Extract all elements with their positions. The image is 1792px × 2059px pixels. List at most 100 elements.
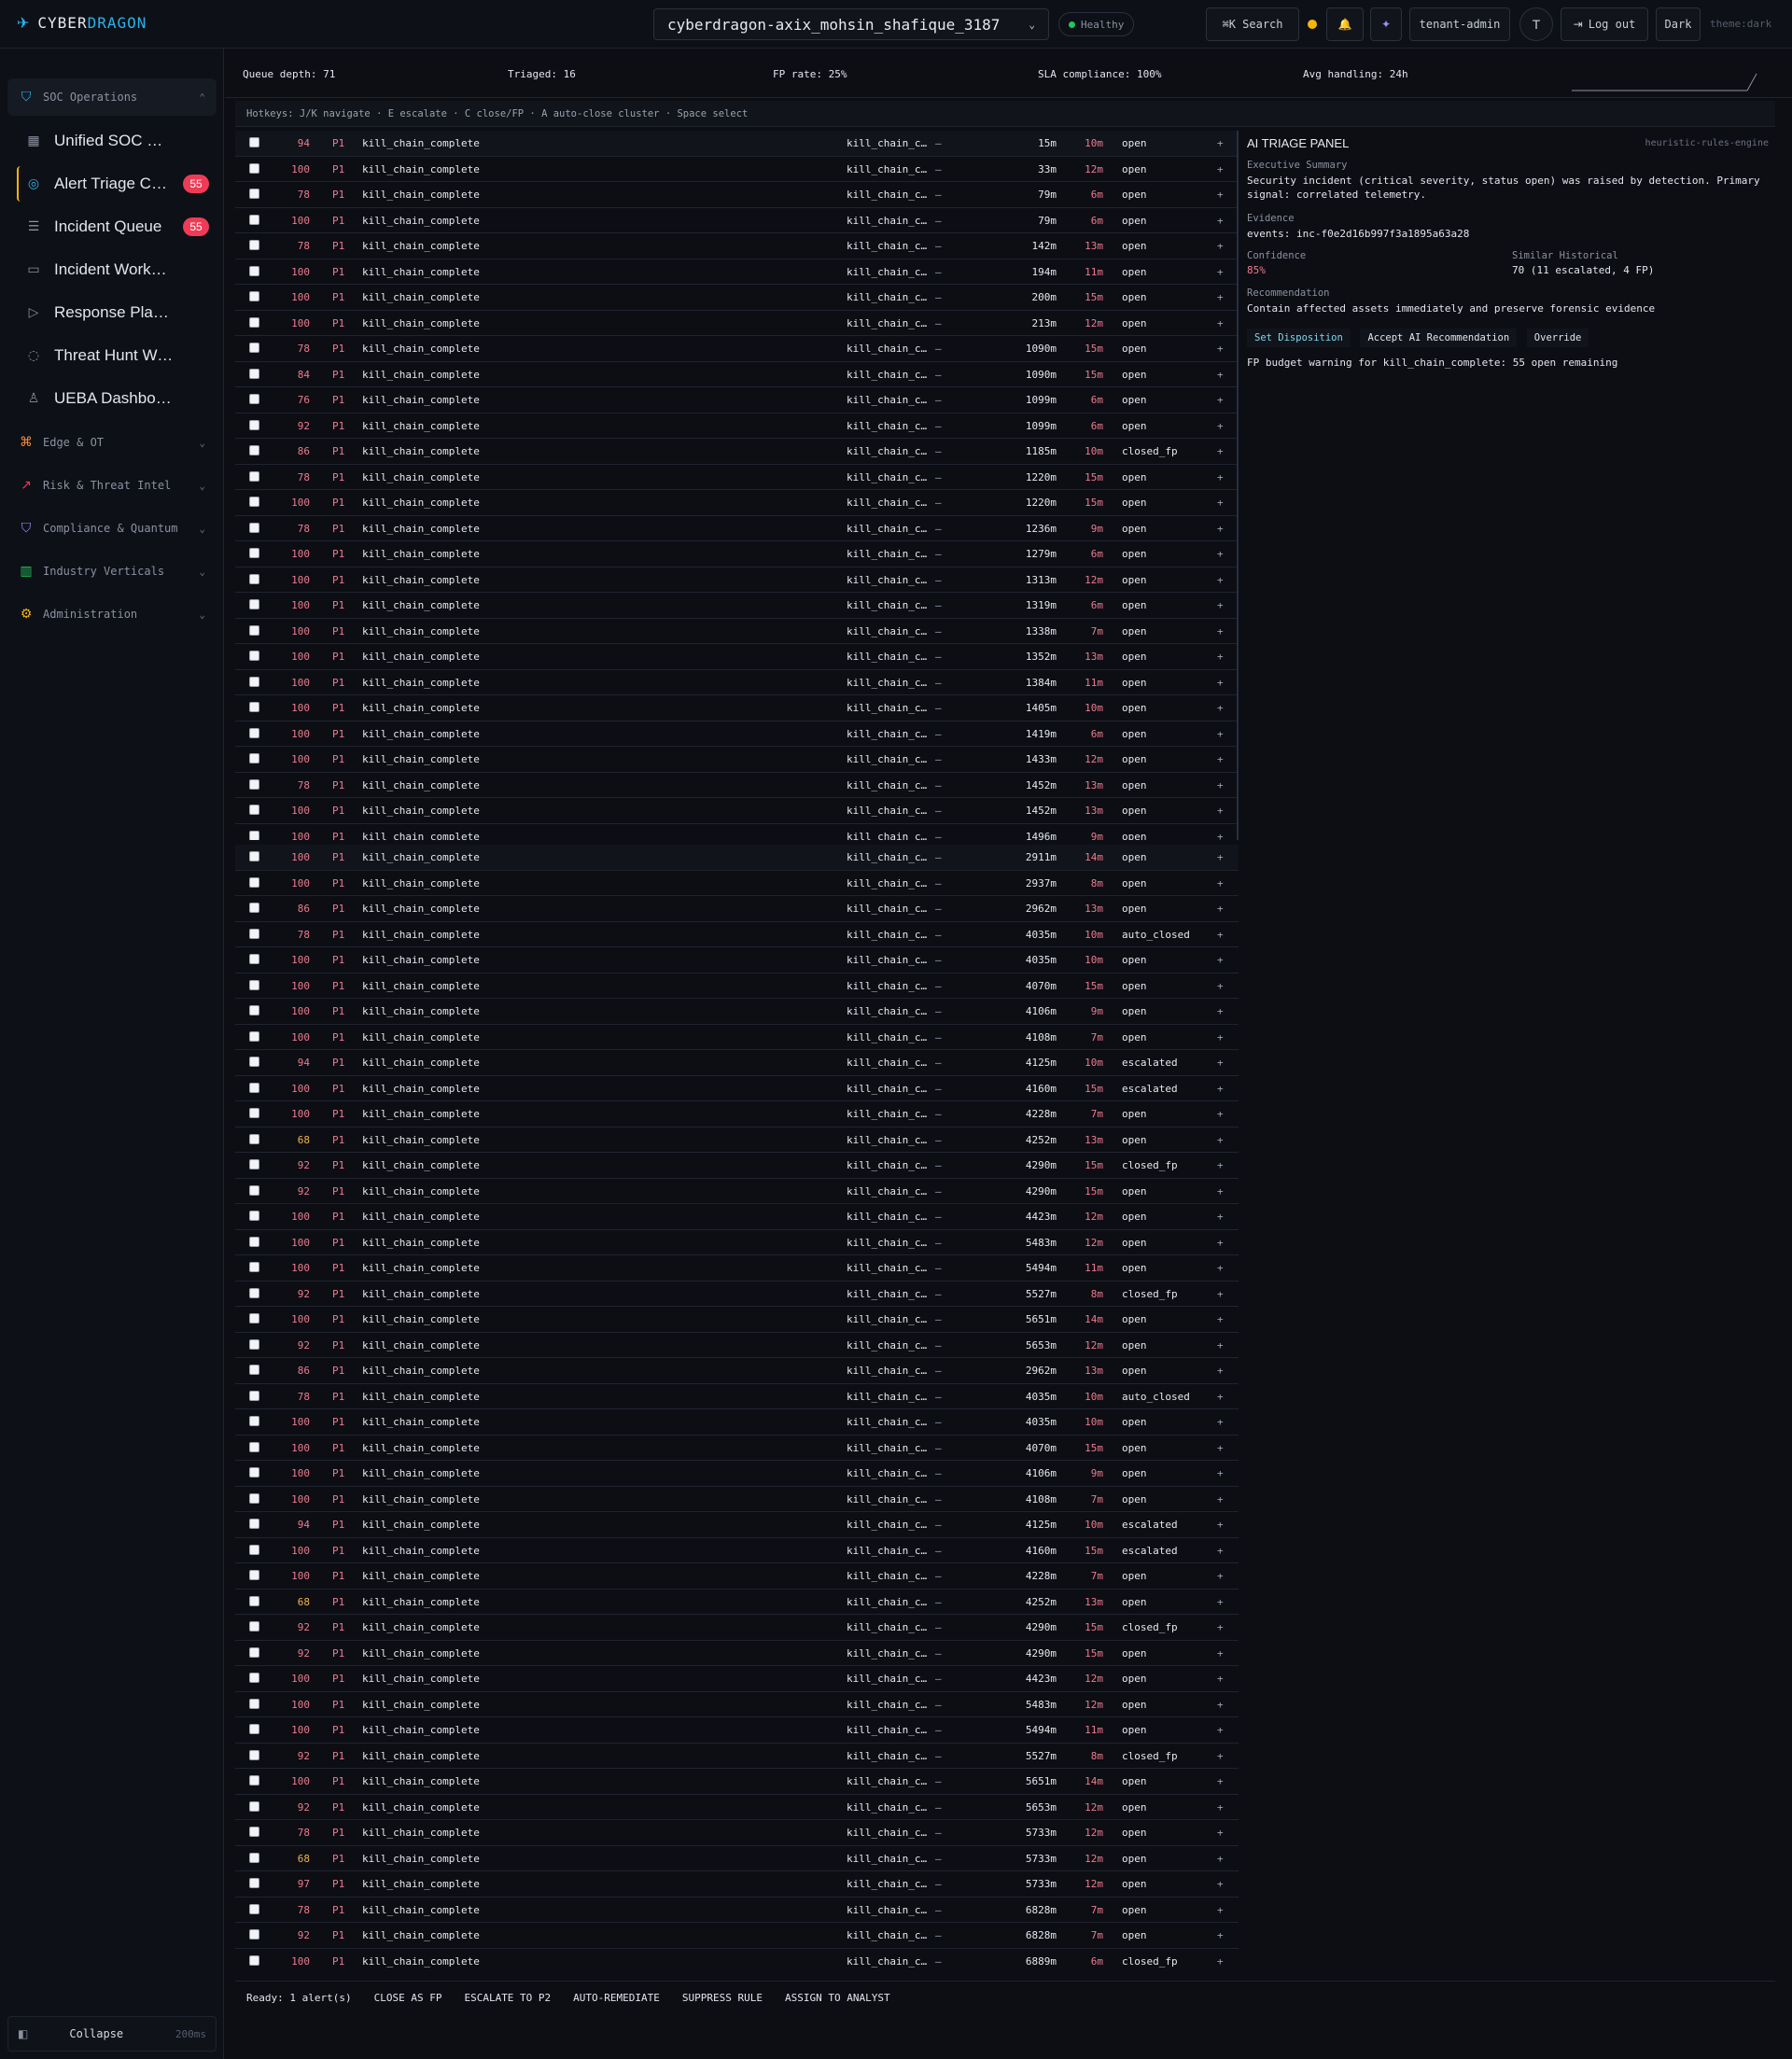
expand-row-button[interactable]: + [1217, 1801, 1224, 1814]
table-row[interactable]: 100 P1 kill_chain_complete kill_chain_c… — 41… [235, 1538, 1239, 1563]
sidebar-item-incident-queue[interactable]: ☰ Incident Queue 55 [17, 209, 213, 245]
table-row[interactable]: 68 P1 kill_chain_complete kill_chain_c… — 425… [235, 1590, 1239, 1615]
row-checkbox[interactable] [249, 1441, 259, 1452]
expand-row-button[interactable]: + [1217, 1878, 1224, 1890]
brand-logo[interactable]: ✈ CYBERDRAGON [17, 14, 147, 32]
row-checkbox[interactable] [249, 1313, 259, 1324]
row-checkbox[interactable] [249, 1211, 259, 1221]
table-row[interactable]: 100 P1 kill_chain_complete kill_chain_c… — 44… [235, 1204, 1239, 1230]
expand-row-button[interactable]: + [1217, 1827, 1224, 1839]
row-checkbox[interactable] [249, 1852, 259, 1863]
table-row[interactable]: 100 P1 kill_chain_complete kill_chain_c… — 40… [235, 1436, 1239, 1461]
row-checkbox[interactable] [249, 1954, 259, 1966]
escalate-to-p2-button[interactable]: ESCALATE TO P2 [464, 1992, 551, 2004]
expand-row-button[interactable]: + [1217, 651, 1224, 663]
nav-section-industry-verticals[interactable]: ▥ Industry Verticals ⌄ [7, 553, 217, 590]
row-checkbox[interactable] [249, 214, 259, 225]
row-checkbox[interactable] [249, 1108, 259, 1118]
row-checkbox[interactable] [249, 702, 259, 712]
table-row[interactable]: 92 P1 kill_chain_complete kill_chain_c… — 429… [235, 1179, 1239, 1204]
row-checkbox[interactable] [249, 1365, 259, 1375]
sidebar-item-unified-soc-dashboard[interactable]: ▦ Unified SOC Dashboard [17, 123, 213, 159]
tenant-select[interactable]: cyberdragon-axix_mohsin_shafique_3187 ⌄ [653, 8, 1049, 40]
expand-row-button[interactable]: + [1217, 240, 1224, 252]
row-checkbox[interactable] [249, 1005, 259, 1015]
expand-row-button[interactable]: + [1217, 954, 1224, 966]
expand-row-button[interactable]: + [1217, 851, 1224, 863]
row-checkbox[interactable] [249, 1800, 259, 1812]
table-row[interactable]: 100 P1 kill_chain_complete kill_chain_c… — 40… [235, 947, 1239, 973]
theme-toggle-button[interactable]: Dark [1656, 7, 1701, 41]
expand-row-button[interactable]: + [1217, 1955, 1224, 1968]
sidebar-item-alert-triage-center[interactable]: ◎ Alert Triage Center 55 [17, 166, 213, 202]
expand-row-button[interactable]: + [1217, 1775, 1224, 1787]
expand-row-button[interactable]: + [1217, 677, 1224, 689]
sidebar-item-threat-hunt-workbench[interactable]: ◌ Threat Hunt Workbench [17, 338, 213, 373]
expand-row-button[interactable]: + [1217, 779, 1224, 791]
expand-row-button[interactable]: + [1217, 1621, 1224, 1633]
table-row[interactable]: 100 P1 kill_chain_complete kill_chain_c… — 13… [235, 619, 1237, 644]
expand-row-button[interactable]: + [1217, 523, 1224, 535]
table-row[interactable]: 78 P1 kill_chain_complete kill_chain_c… — 403… [235, 922, 1239, 947]
row-checkbox[interactable] [249, 753, 259, 763]
nav-section-administration[interactable]: ⚙ Administration ⌄ [7, 595, 217, 633]
expand-row-button[interactable]: + [1217, 831, 1224, 841]
row-checkbox[interactable] [249, 1621, 259, 1632]
row-checkbox[interactable] [249, 1467, 259, 1478]
expand-row-button[interactable]: + [1217, 1929, 1224, 1941]
table-row[interactable]: 100 P1 kill_chain_complete kill_chain_c… — 42… [235, 1563, 1239, 1590]
table-row[interactable]: 92 P1 kill_chain_complete kill_chain_c… — 429… [235, 1641, 1239, 1666]
expand-row-button[interactable]: + [1217, 1083, 1224, 1095]
expand-row-button[interactable]: + [1217, 343, 1224, 355]
table-row[interactable]: 68 P1 kill_chain_complete kill_chain_c… — 573… [235, 1846, 1239, 1871]
row-checkbox[interactable] [249, 651, 259, 661]
table-row[interactable]: 92 P1 kill_chain_complete kill_chain_c… — 109… [235, 413, 1237, 439]
expand-row-button[interactable]: + [1217, 877, 1224, 889]
row-checkbox[interactable] [249, 1724, 259, 1734]
sidebar-item-response-playbooks[interactable]: ▷ Response Playbooks [17, 295, 213, 330]
nav-section-compliance-quantum[interactable]: ⛉ Compliance & Quantum ⌄ [7, 510, 217, 547]
row-checkbox[interactable] [249, 805, 259, 815]
table-row[interactable]: 68 P1 kill_chain_complete kill_chain_c… — 425… [235, 1128, 1239, 1153]
expand-row-button[interactable]: + [1217, 1519, 1224, 1531]
sidebar-item-ueba-dashboard[interactable]: ♙ UEBA Dashboard [17, 381, 213, 416]
expand-row-button[interactable]: + [1217, 471, 1224, 483]
table-row[interactable]: 100 P1 kill_chain_complete kill_chain_c… — 54… [235, 1717, 1239, 1744]
row-checkbox[interactable] [249, 778, 259, 790]
expand-row-button[interactable]: + [1217, 266, 1224, 278]
table-row[interactable]: 100 P1 kill_chain_complete kill_chain_c… — 54… [235, 1230, 1239, 1255]
table-row[interactable]: 100 P1 kill_chain_complete kill_chain_c… — 54… [235, 1692, 1239, 1717]
row-checkbox[interactable] [249, 548, 259, 558]
ai-assistant-button[interactable]: ✦ [1370, 7, 1402, 41]
row-checkbox[interactable] [249, 1133, 259, 1144]
expand-row-button[interactable]: + [1217, 189, 1224, 201]
row-checkbox[interactable] [249, 1236, 259, 1247]
row-checkbox[interactable] [249, 1827, 259, 1837]
expand-row-button[interactable]: + [1217, 1467, 1224, 1479]
expand-row-button[interactable]: + [1217, 137, 1224, 149]
row-checkbox[interactable] [249, 1646, 259, 1658]
expand-row-button[interactable]: + [1217, 497, 1224, 509]
expand-row-button[interactable]: + [1217, 1596, 1224, 1608]
expand-row-button[interactable]: + [1217, 420, 1224, 432]
table-row[interactable]: 76 P1 kill_chain_complete kill_chain_c… — 109… [235, 387, 1237, 413]
expand-row-button[interactable]: + [1217, 1185, 1224, 1198]
row-checkbox[interactable] [249, 1390, 259, 1401]
table-row[interactable]: 78 P1 kill_chain_complete kill_chain_c… — 573… [235, 1820, 1239, 1846]
accept-ai-recommendation-button[interactable]: Accept AI Recommendation [1360, 329, 1518, 347]
expand-row-button[interactable]: + [1217, 1853, 1224, 1865]
expand-row-button[interactable]: + [1217, 1493, 1224, 1506]
table-row[interactable]: 92 P1 kill_chain_complete kill_chain_c… — 429… [235, 1615, 1239, 1641]
expand-row-button[interactable]: + [1217, 369, 1224, 381]
row-checkbox[interactable] [249, 1262, 259, 1272]
expand-row-button[interactable]: + [1217, 1031, 1224, 1044]
table-row[interactable]: 100 P1 kill_chain_complete kill_chain_c… — 14… [235, 695, 1237, 721]
row-checkbox[interactable] [249, 979, 259, 990]
table-row[interactable]: 94 P1 kill_chain_complete kill_chain_c… — 412… [235, 1050, 1239, 1076]
search-button[interactable]: ⌘K Search [1206, 7, 1299, 41]
row-checkbox[interactable] [249, 291, 259, 301]
row-checkbox[interactable] [249, 903, 259, 913]
close-as-fp-button[interactable]: CLOSE AS FP [374, 1992, 442, 2004]
row-checkbox[interactable] [249, 876, 259, 888]
table-row[interactable]: 100 P1 kill_chain_complete kill_chain_c… — 13… [235, 567, 1237, 593]
